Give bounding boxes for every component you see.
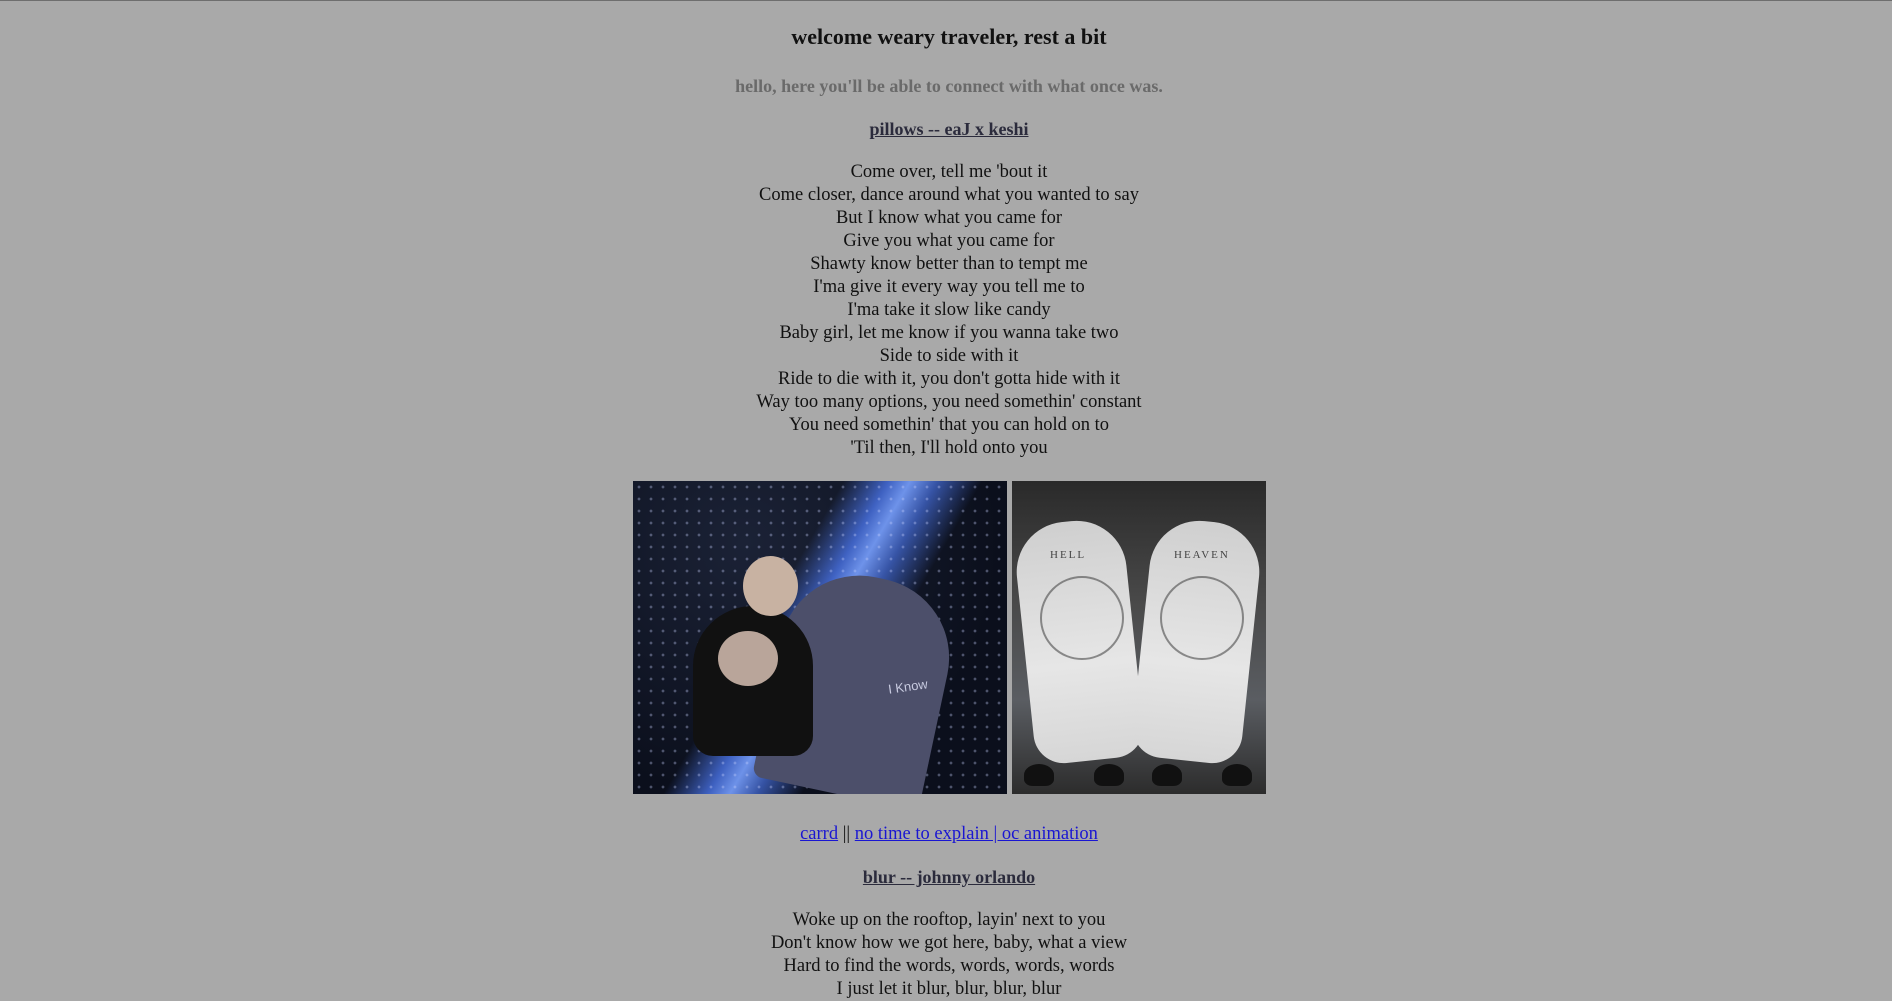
- song-title-pillows[interactable]: pillows -- eaJ x keshi: [0, 118, 1892, 140]
- song-title-blur[interactable]: blur -- johnny orlando: [0, 866, 1892, 888]
- lyric-line: Come over, tell me 'bout it: [850, 162, 1048, 182]
- lyrics-pillows: Come over, tell me 'bout it Come closer,…: [0, 161, 1892, 460]
- tattoo: [1160, 576, 1244, 660]
- lyric-line: I'ma take it slow like candy: [847, 300, 1051, 320]
- lyric-line: But I know what you came for: [835, 208, 1063, 228]
- face: [743, 556, 798, 616]
- lyric-line: Come closer, dance around what you wante…: [759, 185, 1139, 205]
- lyric-line: Way too many options, you need somethin'…: [756, 392, 1142, 412]
- lyric-line: Ride to die with it, you don't gotta hid…: [778, 369, 1120, 389]
- tattoo: [1040, 576, 1124, 660]
- shoe: [1024, 764, 1054, 786]
- face: [718, 631, 778, 686]
- lyric-line: Shawty know better than to tempt me: [810, 254, 1088, 274]
- shoe: [1152, 764, 1182, 786]
- links-row: carrd || no time to explain | oc animati…: [0, 823, 1892, 845]
- animation-link[interactable]: no time to explain | oc animation: [855, 824, 1098, 844]
- carrd-link[interactable]: carrd: [800, 824, 838, 844]
- lyric-line: I'ma give it every way you tell me to: [813, 277, 1085, 297]
- page-subtitle: hello, here you'll be able to connect wi…: [735, 76, 1163, 96]
- lyric-line: 'Til then, I'll hold onto you: [850, 438, 1048, 458]
- lyric-line: Baby girl, let me know if you wanna take…: [779, 323, 1119, 343]
- lyrics-blur: Woke up on the rooftop, layin' next to y…: [0, 909, 1892, 1001]
- lyric-line: Woke up on the rooftop, layin' next to y…: [792, 910, 1106, 930]
- lyric-line: Hard to find the words, words, words, wo…: [783, 956, 1115, 976]
- link-separator: ||: [842, 824, 851, 844]
- tattoo-label: HEAVEN: [1174, 549, 1230, 561]
- page-title: welcome weary traveler, rest a bit: [791, 24, 1107, 49]
- shoe: [1094, 764, 1124, 786]
- concert-photo: I Know: [633, 481, 1007, 794]
- tattoo-hands-photo: HELL HEAVEN: [1012, 481, 1266, 794]
- lyric-line: Don't know how we got here, baby, what a…: [770, 933, 1128, 953]
- page: welcome weary traveler, rest a bit hello…: [0, 0, 1892, 999]
- tattoo-label: HELL: [1050, 549, 1087, 561]
- lyric-line: You need somethin' that you can hold on …: [788, 415, 1110, 435]
- lyric-line: I just let it blur, blur, blur, blur: [836, 979, 1062, 999]
- shoe: [1222, 764, 1252, 786]
- lyric-line: Give you what you came for: [843, 231, 1055, 251]
- lyric-line: Side to side with it: [879, 346, 1019, 366]
